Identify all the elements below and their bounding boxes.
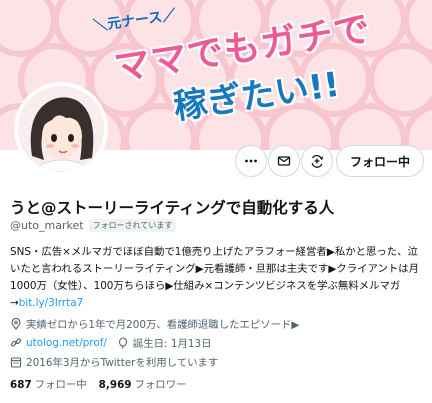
handle-row: @uto_market フォローされています — [10, 219, 177, 232]
profile-bio: SNS・広告×メルマガでほぼ自動で1億売り上げたアラフォー経営者▶私かと思った、… — [10, 244, 424, 312]
notifications-button[interactable] — [301, 145, 333, 177]
user-handle: @uto_market — [10, 219, 84, 232]
avatar-illustration — [18, 86, 104, 172]
website-birthday-row: utolog.net/prof/ 誕生日: 1月13日 — [10, 335, 211, 350]
avatar[interactable] — [14, 82, 108, 176]
followers-label: フォロワー — [134, 379, 187, 391]
followers-count: 8,969 — [98, 379, 132, 391]
birthday-icon — [117, 336, 129, 349]
following-count: 687 — [10, 379, 32, 391]
more-icon — [245, 159, 257, 163]
calendar-icon — [10, 356, 22, 368]
bio-link[interactable]: bit.ly/3Irrta7 — [19, 297, 84, 309]
pinned-location-text: 実績ゼロから1年で月200万、看護師退職したエピソード▶ — [26, 319, 300, 331]
birthday-text: 誕生日: 1月13日 — [132, 338, 212, 350]
location-icon — [10, 317, 22, 330]
message-button[interactable] — [268, 145, 300, 177]
display-name: うと@ストーリーライティングで自動化する人 — [10, 199, 335, 217]
more-button[interactable] — [235, 145, 267, 177]
followers-stat[interactable]: 8,969 フォロワー — [99, 376, 187, 391]
joined-row: 2016年3月からTwitterを利用しています — [10, 354, 218, 369]
mail-icon — [277, 156, 291, 166]
banner-headline: ＼元ナース／ ママでもガチで 稼ぎたい!! — [88, 7, 432, 130]
notify-add-icon — [311, 154, 324, 168]
follow-stats: 687 フォロー中 8,969 フォロワー — [10, 376, 186, 391]
follows-you-badge: フォローされています — [88, 219, 177, 232]
following-label: フォロー中 — [34, 379, 87, 391]
following-stat[interactable]: 687 フォロー中 — [10, 376, 87, 391]
website-link[interactable]: utolog.net/prof/ — [26, 337, 107, 349]
location-row: 実績ゼロから1年で月200万、看護師退職したエピソード▶ — [10, 316, 299, 331]
following-button[interactable]: フォロー中 — [336, 145, 424, 177]
link-icon — [10, 337, 22, 349]
joined-date: 2016年3月からTwitterを利用しています — [26, 357, 219, 369]
